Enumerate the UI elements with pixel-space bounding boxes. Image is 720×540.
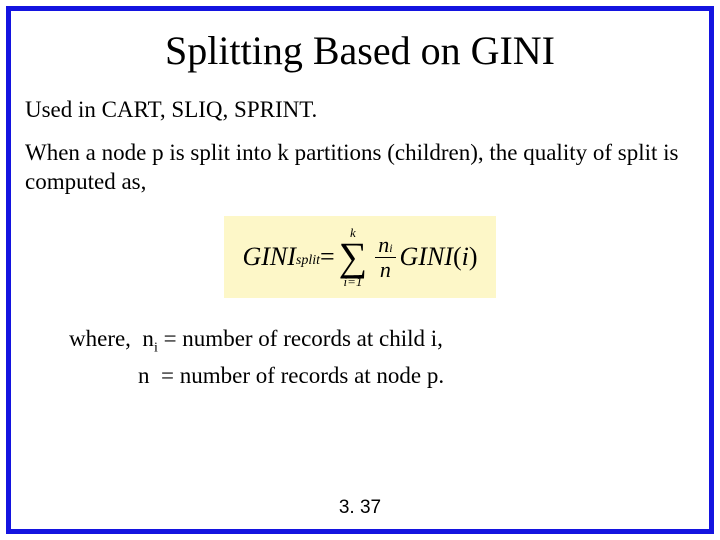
gini-split-formula: GINIsplit = k ∑ i=1 ni n GINI(i) [224, 216, 495, 298]
formula-rhs-arg: i [462, 242, 469, 272]
where-line-1: where, ni = number of records at child i… [69, 322, 695, 359]
formula-rhs-gini: GINI [400, 242, 453, 272]
paren-open: ( [453, 242, 462, 272]
formula-lhs-gini: GINI [242, 242, 295, 272]
where-line1-post: = number of records at child i, [158, 326, 443, 351]
paren-close: ) [469, 242, 478, 272]
fraction-denominator: n [380, 258, 391, 281]
frac-num-var: n [378, 232, 389, 257]
fraction: ni n [375, 234, 395, 281]
formula-equals: = [320, 242, 335, 272]
frac-num-sub: i [389, 241, 392, 255]
fraction-numerator: ni [375, 234, 395, 258]
bullet-line-1: Used in CART, SLIQ, SPRINT. [25, 96, 695, 125]
page-number: 3. 37 [11, 497, 709, 519]
sum-lower-limit: i=1 [343, 275, 362, 288]
where-line-2: n = number of records at node p. [69, 359, 695, 392]
where-definitions: where, ni = number of records at child i… [69, 322, 695, 392]
formula-row: GINIsplit = k ∑ i=1 ni n GINI(i) [242, 226, 477, 288]
summation-block: k ∑ i=1 [339, 226, 368, 288]
formula-lhs-sub: split [296, 253, 320, 269]
slide-title: Splitting Based on GINI [25, 27, 695, 74]
bullet-line-2: When a node p is split into k partitions… [25, 139, 695, 197]
where-line1-pre: where, n [69, 326, 154, 351]
formula-container: GINIsplit = k ∑ i=1 ni n GINI(i) [25, 216, 695, 298]
sigma-symbol: ∑ [339, 239, 368, 275]
slide-frame: Splitting Based on GINI Used in CART, SL… [6, 6, 714, 534]
